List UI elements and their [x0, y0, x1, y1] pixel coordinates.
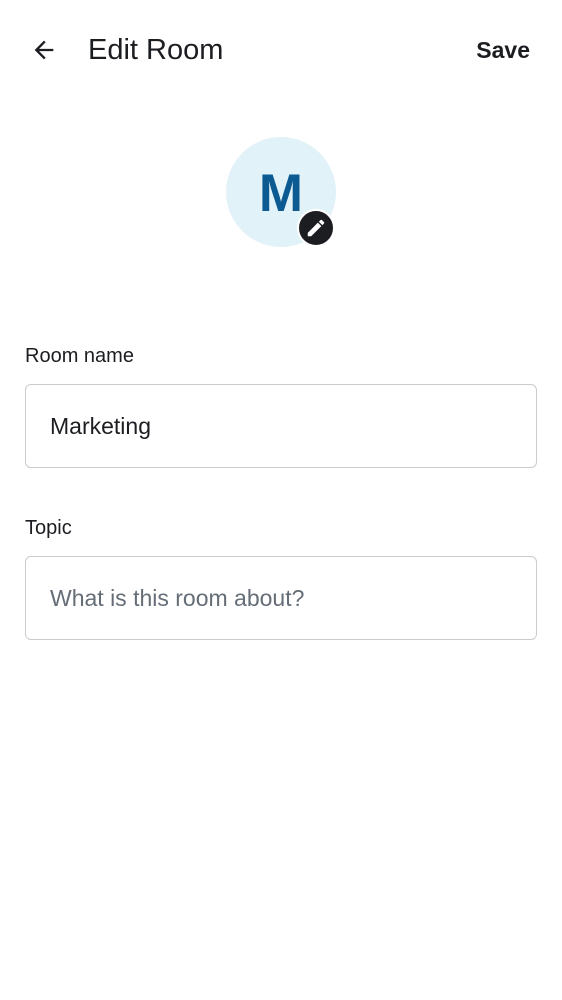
room-name-field[interactable] — [25, 384, 537, 468]
avatar-initial: M — [258, 163, 304, 223]
room-avatar-button[interactable]: M — [226, 137, 336, 247]
save-button[interactable]: Save — [464, 30, 542, 70]
pencil-icon — [307, 219, 325, 237]
back-button[interactable] — [22, 28, 66, 72]
edit-avatar-badge[interactable] — [297, 209, 335, 247]
room-name-input[interactable] — [50, 385, 512, 467]
top-app-bar: Edit Room Save — [0, 0, 562, 100]
topic-label: Topic — [25, 517, 72, 539]
topic-input[interactable] — [50, 557, 512, 639]
edit-room-screen: Edit Room Save M Room name Topic — [0, 0, 562, 1000]
page-title: Edit Room — [88, 34, 224, 66]
topic-field[interactable] — [25, 556, 537, 640]
arrow-left-icon — [34, 40, 54, 60]
room-name-label: Room name — [25, 345, 134, 367]
